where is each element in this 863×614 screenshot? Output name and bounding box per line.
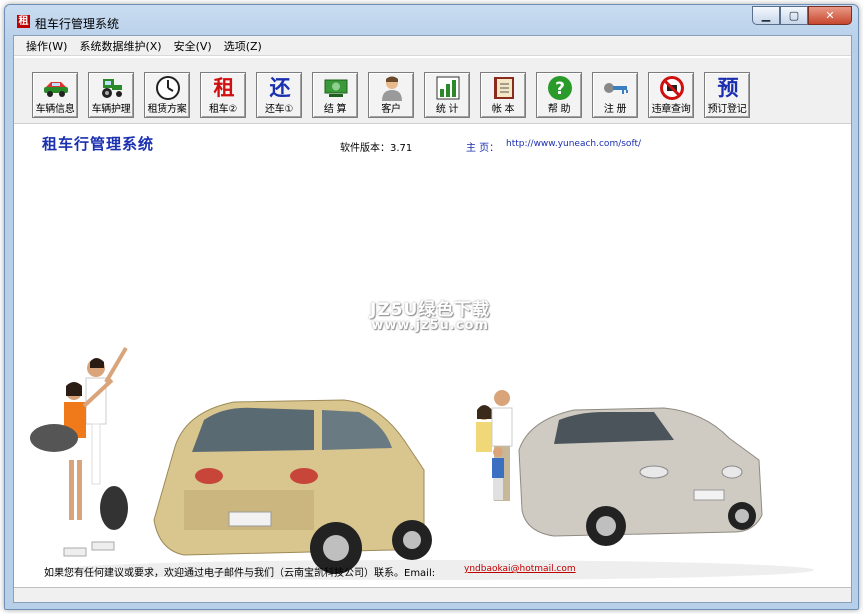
minimize-icon: ▁ [761, 9, 771, 22]
system-title: 租车行管理系统 [42, 135, 155, 153]
reserve-char-icon: 预 [717, 75, 739, 100]
app-window: 租 租车行管理系统 ▁ ▢ ✕ 操作(W) 系统数据维护(X) 安全(V) 选项… [4, 4, 859, 610]
register-button[interactable]: 注 册 [592, 72, 638, 118]
car-icon [44, 82, 68, 97]
statistics-label: 统 计 [435, 104, 459, 115]
window-title: 租车行管理系统 [35, 17, 120, 31]
gold-hatchback-car [153, 399, 432, 574]
return-car-label: 还车① [264, 104, 294, 115]
homepage-link[interactable]: http://www.yuneach.com/soft/ [506, 139, 641, 149]
vehicle-care-button[interactable]: 车辆护理 [88, 72, 134, 118]
settlement-label: 结 算 [323, 104, 347, 115]
customer-button[interactable]: 客户 [368, 72, 414, 118]
close-icon: ✕ [825, 9, 835, 22]
client-area: 操作(W) 系统数据维护(X) 安全(V) 选项(Z) 车辆信息 车辆护理 租赁… [13, 35, 852, 603]
customer-icon [382, 76, 402, 101]
rent-car-button[interactable]: 租 租车② [200, 72, 246, 118]
svg-text:?: ? [555, 79, 565, 99]
menu-data-maintenance[interactable]: 系统数据维护(X) [73, 38, 167, 54]
rental-plan-label: 租赁方案 [147, 104, 187, 115]
menu-bar: 操作(W) 系统数据维护(X) 安全(V) 选项(Z) [14, 36, 851, 56]
help-button[interactable]: ? 帮 助 [536, 72, 582, 118]
menu-operate[interactable]: 操作(W) [20, 38, 73, 54]
contact-message: 如果您有任何建议或要求，欢迎通过电子邮件与我们（云南宝凯科技公司）联系。Emai… [44, 568, 436, 579]
settlement-button[interactable]: 结 算 [312, 72, 358, 118]
ledger-button[interactable]: 帐 本 [480, 72, 526, 118]
reservation-label: 预订登记 [707, 104, 747, 115]
register-label: 注 册 [603, 104, 627, 115]
window-controls: ▁ ▢ ✕ [752, 6, 852, 25]
money-icon [324, 79, 348, 97]
toolbar: 车辆信息 车辆护理 租赁方案 租 租车② 还 还车① 结 算 客户 统 计 帐 … [14, 58, 851, 124]
vehicle-care-label: 车辆护理 [91, 104, 131, 115]
maximize-icon: ▢ [788, 9, 800, 22]
bar-chart-icon [436, 76, 460, 100]
menu-options[interactable]: 选项(Z) [218, 38, 268, 54]
book-icon [494, 77, 514, 99]
rental-plan-button[interactable]: 租赁方案 [144, 72, 190, 118]
app-icon[interactable]: 租 [17, 15, 30, 28]
help-icon: ? [548, 76, 572, 100]
banner-image [30, 346, 814, 580]
violation-query-label: 违章查询 [651, 104, 691, 115]
homepage-label: 主 页： [466, 143, 500, 154]
family-figure [476, 390, 513, 501]
silver-sedan-car [518, 407, 763, 546]
rent-char-icon: 租 [213, 75, 235, 100]
no-entry-icon [660, 76, 684, 100]
minimize-button[interactable]: ▁ [752, 6, 780, 25]
vehicle-info-label: 车辆信息 [35, 104, 75, 115]
maximize-button[interactable]: ▢ [780, 6, 808, 25]
status-bar [14, 587, 851, 602]
menu-security[interactable]: 安全(V) [168, 38, 218, 54]
software-version: 软件版本：3.71 [340, 143, 413, 154]
ledger-label: 帐 本 [491, 104, 515, 115]
main-panel: 租车行管理系统 软件版本：3.71 主 页： http://www.yuneac… [14, 125, 851, 589]
return-char-icon: 还 [269, 75, 291, 100]
help-label: 帮 助 [547, 104, 571, 115]
violation-query-button[interactable]: 违章查询 [648, 72, 694, 118]
return-car-button[interactable]: 还 还车① [256, 72, 302, 118]
close-button[interactable]: ✕ [808, 6, 852, 25]
tennis-couple-figure [30, 346, 128, 557]
title-bar[interactable]: 租 租车行管理系统 ▁ ▢ ✕ [5, 5, 858, 35]
key-icon [604, 83, 628, 94]
watermark-title: JZ5U绿色下载 [370, 300, 491, 320]
statistics-button[interactable]: 统 计 [424, 72, 470, 118]
customer-label: 客户 [381, 104, 401, 115]
reservation-button[interactable]: 预 预订登记 [704, 72, 750, 118]
tractor-icon [102, 79, 122, 98]
vehicle-info-button[interactable]: 车辆信息 [32, 72, 78, 118]
clock-icon [156, 76, 180, 100]
contact-email-link[interactable]: yndbaokai@hotmail.com [464, 564, 576, 574]
rent-car-label: 租车② [208, 104, 238, 115]
